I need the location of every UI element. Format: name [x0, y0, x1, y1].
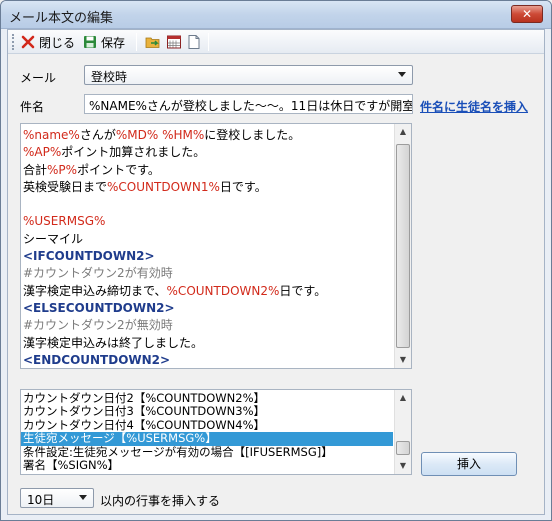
- body-line: %AP%ポイント加算されました。: [23, 144, 393, 161]
- window-title: メール本文の編集: [9, 11, 114, 26]
- body-line: %name%さんが%MD% %HM%に登校しました。: [23, 127, 393, 144]
- body-line: 英検受験日まで%COUNTDOWN1%日です。: [23, 179, 393, 196]
- insert-student-name-link[interactable]: 件名に生徒名を挿入: [420, 98, 528, 115]
- open-folder-button[interactable]: [145, 32, 161, 52]
- scroll-up-arrow-icon[interactable]: ▲: [395, 390, 411, 406]
- mail-label: メール: [20, 71, 57, 85]
- subject-input[interactable]: %NAME%さんが登校しました～～。11日は休日ですが開室します。: [84, 94, 413, 114]
- conditional-tag: <ELSECOUNTDOWN2>: [23, 300, 175, 315]
- body-line: シーマイル: [23, 231, 393, 248]
- body-text-segment: シーマイル: [23, 231, 84, 246]
- list-item[interactable]: 条件設定:生徒宛メッセージが有効の場合【[IFUSERMSG]】: [21, 445, 393, 459]
- calendar-icon: [166, 34, 182, 50]
- scroll-thumb[interactable]: [396, 144, 410, 348]
- list-item[interactable]: カウントダウン日付2【%COUNTDOWN2%】: [21, 391, 393, 405]
- folder-open-icon: [145, 34, 161, 50]
- body-text-segment: ポイントです。: [77, 162, 160, 177]
- chevron-down-icon: [398, 72, 406, 77]
- body-line: <ENDCOUNTDOWN2>: [23, 352, 393, 368]
- variable-token: %P%: [47, 162, 78, 177]
- body-text-segment: 日です。: [219, 179, 267, 194]
- scroll-down-arrow-icon[interactable]: ▼: [395, 458, 411, 474]
- variable-token: %COUNTDOWN2%: [166, 283, 280, 298]
- save-button[interactable]: 保存: [82, 32, 125, 52]
- mail-select[interactable]: 登校時: [84, 65, 413, 85]
- close-button[interactable]: 閉じる: [20, 32, 75, 52]
- save-button-label: 保存: [101, 35, 126, 50]
- insert-item-list[interactable]: カウントダウン日付2【%COUNTDOWN2%】 カウントダウン日付3【%COUN…: [20, 389, 412, 475]
- body-text-segment: 漢字検定申込みは終了しました。: [23, 335, 204, 350]
- variable-token: %USERMSG%: [23, 214, 106, 229]
- title-bar: メール本文の編集 ✕: [1, 1, 551, 29]
- save-icon: [82, 34, 98, 50]
- body-line: %USERMSG%: [23, 213, 393, 230]
- body-text-segment: 合計: [23, 162, 48, 177]
- body-text-segment: 漢字検定申込み締切まで、: [23, 283, 167, 298]
- close-button-label: 閉じる: [39, 35, 76, 50]
- body-text: %name%さんが%MD% %HM%に登校しました。 %AP%ポイント加算されまし…: [23, 127, 393, 368]
- close-icon: [20, 34, 36, 50]
- scroll-down-arrow-icon[interactable]: ▼: [395, 352, 411, 368]
- body-line: 漢字検定申込み締切まで、%COUNTDOWN2%日です。: [23, 283, 393, 300]
- body-line: #カウントダウン2が有効時: [23, 265, 393, 282]
- window-close-button[interactable]: ✕: [511, 5, 543, 23]
- subject-label: 件名: [20, 100, 45, 114]
- body-text-segment: に登校しました。: [204, 128, 301, 142]
- list-item[interactable]: カウントダウン日付4【%COUNTDOWN4%】: [21, 418, 393, 432]
- body-line: 合計%P%ポイントです。: [23, 162, 393, 179]
- conditional-tag: <ENDCOUNTDOWN2>: [23, 352, 171, 367]
- list-items: カウントダウン日付2【%COUNTDOWN2%】 カウントダウン日付3【%COUN…: [21, 391, 393, 472]
- list-item[interactable]: 署名【%SIGN%】: [21, 458, 393, 472]
- body-line: 漢字検定申込みは終了しました。: [23, 335, 393, 352]
- variable-token: %COUNTDOWN1%: [107, 179, 220, 194]
- conditional-tag: <IFCOUNTDOWN2>: [23, 249, 155, 264]
- variable-token: %name%: [23, 128, 80, 142]
- variable-token: %MD% %HM%: [115, 128, 205, 142]
- comment-text: #カウントダウン2が無効時: [23, 318, 173, 333]
- scroll-thumb[interactable]: [396, 441, 410, 455]
- body-text-segment: 英検受験日まで: [23, 179, 108, 194]
- toolbar: 閉じる 保存: [8, 30, 544, 54]
- scroll-up-arrow-icon[interactable]: ▲: [395, 124, 411, 140]
- mail-select-value: 登校時: [91, 70, 128, 84]
- days-suffix-label: 以内の行事を挿入する: [100, 494, 221, 508]
- toolbar-separator: [208, 33, 209, 51]
- body-line: [23, 196, 393, 213]
- body-text-segment: 日です。: [279, 283, 327, 298]
- new-document-icon: [186, 34, 202, 50]
- chevron-down-icon: [79, 495, 87, 500]
- insert-button[interactable]: 挿入: [421, 452, 517, 476]
- new-document-button[interactable]: [186, 32, 202, 52]
- toolbar-grip[interactable]: [12, 34, 15, 50]
- list-item[interactable]: カウントダウン日付3【%COUNTDOWN3%】: [21, 404, 393, 418]
- body-line: #カウントダウン2が無効時: [23, 317, 393, 334]
- body-editor[interactable]: %name%さんが%MD% %HM%に登校しました。 %AP%ポイント加算されまし…: [20, 123, 412, 369]
- list-scrollbar[interactable]: ▲ ▼: [394, 390, 411, 474]
- dialog-window: メール本文の編集 ✕ 閉じる 保存 メール 登校時 件名 %NAME%さんが登校…: [0, 0, 552, 521]
- body-line: <ELSECOUNTDOWN2>: [23, 300, 393, 317]
- calendar-button[interactable]: [166, 32, 182, 52]
- variable-token: %AP%: [23, 145, 62, 160]
- days-select[interactable]: 10日: [20, 488, 94, 508]
- comment-text: #カウントダウン2が有効時: [23, 266, 173, 281]
- days-select-value: 10日: [27, 493, 55, 507]
- body-text-segment: さんが: [79, 128, 116, 142]
- body-scrollbar[interactable]: ▲ ▼: [394, 124, 411, 368]
- list-item[interactable]: 生徒宛メッセージ【%USERMSG%】: [21, 431, 393, 446]
- toolbar-separator: [136, 33, 137, 51]
- dialog-client-area: 閉じる 保存 メール 登校時 件名 %NAME%さんが登校しました～～。11日は…: [7, 29, 545, 515]
- body-line: <IFCOUNTDOWN2>: [23, 248, 393, 265]
- body-text-segment: ポイント加算されました。: [61, 145, 206, 160]
